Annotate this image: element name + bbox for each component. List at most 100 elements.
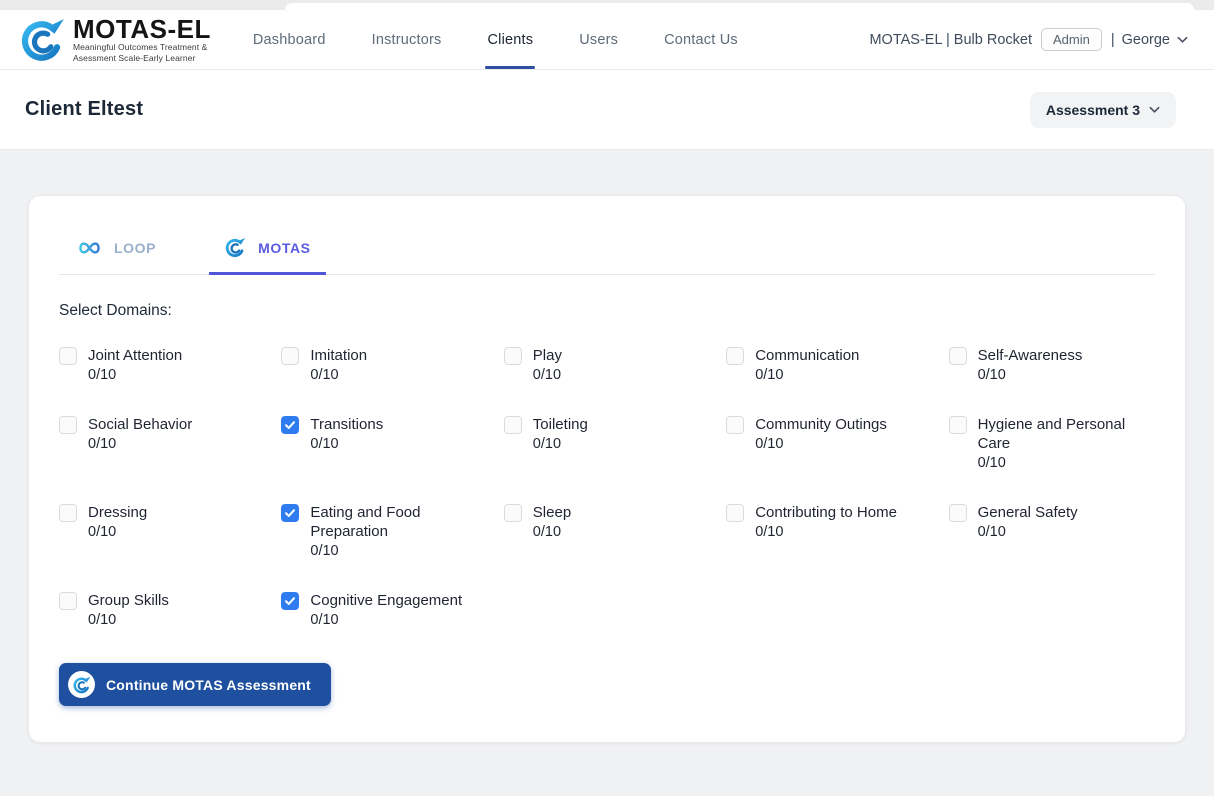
domain-checkbox[interactable] [281,592,299,610]
domain-label: Sleep [533,503,571,522]
domain-label: Toileting [533,415,588,434]
domain-label: General Safety [978,503,1078,522]
domain-item: Sleep 0/10 [504,503,710,542]
admin-role-badge: Admin [1041,28,1102,51]
user-name: George [1122,32,1170,48]
domain-label: Joint Attention [88,346,182,365]
select-domains-label: Select Domains: [59,302,1155,320]
domain-label: Hygiene and Personal Care [978,415,1138,453]
infinity-icon [76,240,103,256]
domain-score: 0/10 [533,435,588,454]
page-title: Client Eltest [25,98,143,121]
brand-tagline-line2: Asessment Scale-Early Learner [73,53,211,64]
tab-loop-label: LOOP [114,240,156,256]
domain-checkbox[interactable] [726,347,744,365]
page-body: LOOP MOTAS Select Domains: Joint Attenti… [0,150,1214,796]
domain-score: 0/10 [978,454,1138,473]
domain-score: 0/10 [755,523,897,542]
domain-score: 0/10 [88,435,192,454]
domain-checkbox[interactable] [949,504,967,522]
domain-checkbox[interactable] [281,347,299,365]
domain-item: Cognitive Engagement 0/10 [281,591,487,630]
domain-item: General Safety 0/10 [949,503,1155,542]
continue-motas-button[interactable]: Continue MOTAS Assessment [59,663,331,706]
button-logo-circle [68,671,95,698]
domain-item: Social Behavior 0/10 [59,415,265,454]
domain-label: Social Behavior [88,415,192,434]
window-tab-shape [285,3,1194,10]
domain-score: 0/10 [978,523,1078,542]
domain-score: 0/10 [310,542,470,561]
domain-item: Imitation 0/10 [281,346,487,385]
domain-score: 0/10 [755,366,859,385]
motas-swirl-icon [72,675,92,695]
domain-item: Transitions 0/10 [281,415,487,454]
motas-swirl-icon [224,236,247,259]
domain-checkbox[interactable] [59,416,77,434]
domain-checkbox[interactable] [504,347,522,365]
app-header: MOTAS-EL Meaningful Outcomes Treatment &… [0,10,1214,70]
domain-label: Contributing to Home [755,503,897,522]
domain-label: Dressing [88,503,147,522]
tabs-row: LOOP MOTAS [59,230,1155,275]
domain-label: Self-Awareness [978,346,1083,365]
domains-grid: Joint Attention 0/10 Imitation 0/10 Play… [59,346,1155,630]
brand-name: MOTAS-EL [73,16,211,42]
brand-logo[interactable]: MOTAS-EL Meaningful Outcomes Treatment &… [18,15,211,65]
domain-checkbox[interactable] [949,416,967,434]
tab-loop[interactable]: LOOP [61,230,171,275]
account-divider: | [1111,32,1115,48]
motas-swirl-icon [18,15,68,65]
assessment-dropdown-label: Assessment 3 [1046,102,1140,118]
domain-label: Eating and Food Preparation [310,503,470,541]
domain-checkbox[interactable] [59,504,77,522]
tab-motas[interactable]: MOTAS [209,230,326,275]
user-menu[interactable]: | George [1111,32,1188,48]
domain-item: Joint Attention 0/10 [59,346,265,385]
domain-item: Communication 0/10 [726,346,932,385]
window-strip [0,0,1214,10]
domain-checkbox[interactable] [59,592,77,610]
domain-checkbox[interactable] [59,347,77,365]
nav-item-dashboard[interactable]: Dashboard [253,32,326,48]
domain-score: 0/10 [88,366,182,385]
domain-label: Imitation [310,346,367,365]
domain-score: 0/10 [88,523,147,542]
checkmark-icon [284,419,296,431]
nav-item-contact-us[interactable]: Contact Us [664,32,738,48]
assessment-dropdown-button[interactable]: Assessment 3 [1030,92,1176,128]
domain-score: 0/10 [310,611,462,630]
account-info: MOTAS-EL | Bulb Rocket Admin | George [869,28,1188,51]
domain-checkbox[interactable] [949,347,967,365]
domain-checkbox[interactable] [504,416,522,434]
domain-checkbox[interactable] [726,416,744,434]
domain-item: Eating and Food Preparation 0/10 [281,503,487,561]
domain-score: 0/10 [533,523,571,542]
domain-checkbox[interactable] [281,504,299,522]
domain-item: Toileting 0/10 [504,415,710,454]
nav-item-users[interactable]: Users [579,32,618,48]
domain-item: Community Outings 0/10 [726,415,932,454]
domain-score: 0/10 [978,366,1083,385]
domain-checkbox[interactable] [726,504,744,522]
continue-motas-label: Continue MOTAS Assessment [106,677,311,693]
main-nav: Dashboard Instructors Clients Users Contact … [253,32,738,48]
domain-item: Dressing 0/10 [59,503,265,542]
nav-item-instructors[interactable]: Instructors [372,32,442,48]
chevron-down-icon [1149,106,1160,114]
checkmark-icon [284,595,296,607]
domain-item: Self-Awareness 0/10 [949,346,1155,385]
nav-item-clients[interactable]: Clients [487,32,533,48]
domain-label: Play [533,346,562,365]
domain-label: Group Skills [88,591,169,610]
chevron-down-icon [1177,36,1188,44]
content-card: LOOP MOTAS Select Domains: Joint Attenti… [28,195,1186,743]
page-header: Client Eltest Assessment 3 [0,70,1214,150]
domain-score: 0/10 [88,611,169,630]
domain-checkbox[interactable] [504,504,522,522]
domain-checkbox[interactable] [281,416,299,434]
org-label: MOTAS-EL | Bulb Rocket [869,32,1032,48]
brand-tagline-line1: Meaningful Outcomes Treatment & [73,42,211,53]
domain-score: 0/10 [310,435,383,454]
checkmark-icon [284,507,296,519]
